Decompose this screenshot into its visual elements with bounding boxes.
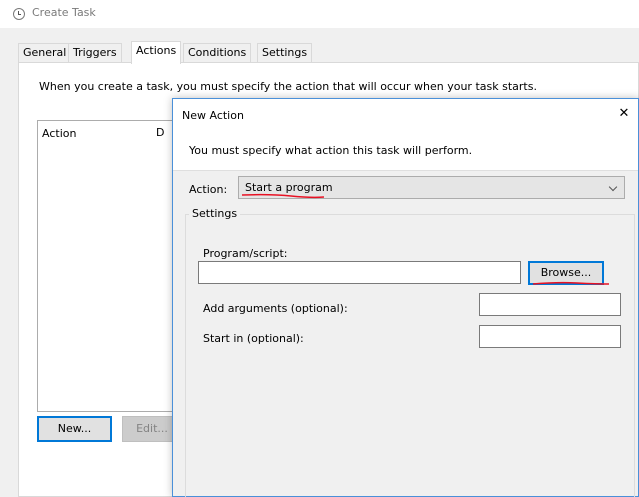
add-arguments-input[interactable] [479, 293, 621, 316]
dialog-title-bar: New Action ✕ [173, 99, 638, 131]
chevron-down-icon [608, 182, 618, 192]
column-header-details[interactable]: D [156, 126, 164, 139]
dialog-instruction: You must specify what action this task w… [189, 144, 473, 157]
new-action-dialog: New Action ✕ You must specify what actio… [172, 98, 639, 497]
settings-legend: Settings [189, 207, 241, 220]
actions-description: When you create a task, you must specify… [39, 80, 537, 93]
dialog-banner: You must specify what action this task w… [173, 131, 638, 171]
add-arguments-label: Add arguments (optional): [203, 302, 348, 315]
tab-conditions[interactable]: Conditions [183, 43, 252, 63]
tab-general[interactable]: General [18, 43, 72, 63]
start-in-label: Start in (optional): [203, 332, 304, 345]
new-button[interactable]: New... [37, 416, 112, 442]
dialog-title: New Action [182, 109, 244, 122]
action-list[interactable]: Action D [37, 120, 187, 412]
window-title: Create Task [32, 6, 96, 19]
column-header-action[interactable]: Action [42, 127, 76, 140]
annotation-underline-browse [532, 281, 610, 285]
start-in-input[interactable] [479, 325, 621, 348]
annotation-underline-start-program [241, 193, 325, 199]
tab-triggers[interactable]: Triggers [68, 43, 122, 63]
window-title-bar: Create Task [0, 0, 639, 28]
tab-settings[interactable]: Settings [257, 43, 313, 63]
clock-icon [13, 8, 25, 20]
program-script-label: Program/script: [203, 247, 288, 260]
program-script-input[interactable] [198, 261, 521, 284]
action-label: Action: [189, 183, 228, 196]
close-icon[interactable]: ✕ [610, 99, 638, 129]
tab-actions[interactable]: Actions [131, 41, 182, 64]
